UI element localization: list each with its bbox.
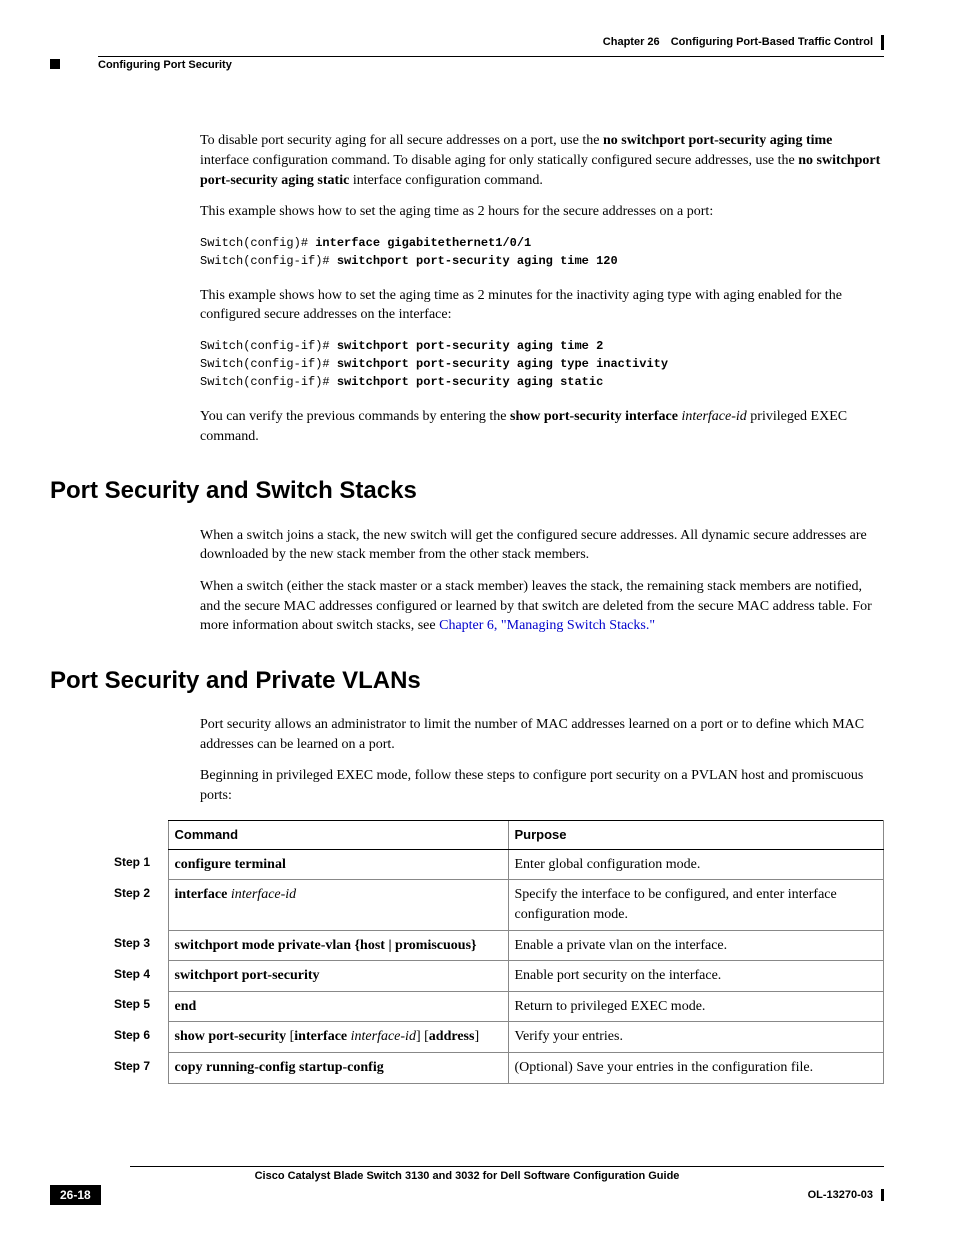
header-chapter-line: Chapter 26 Configuring Port-Based Traffi…	[603, 35, 884, 50]
table-row: Step 1 configure terminal Enter global c…	[108, 849, 884, 880]
heading-switch-stacks: Port Security and Switch Stacks	[50, 474, 884, 508]
col-purpose: Purpose	[508, 820, 884, 849]
chapter-number: Chapter 26	[603, 36, 660, 48]
table-row: Step 2 interface interface-id Specify th…	[108, 880, 884, 930]
doc-id: OL-13270-03	[808, 1189, 884, 1201]
table-row: Step 7 copy running-config startup-confi…	[108, 1053, 884, 1084]
heading-private-vlans: Port Security and Private VLANs	[50, 664, 884, 698]
paragraph: Beginning in privileged EXEC mode, follo…	[200, 766, 884, 805]
page-number-badge: 26-18	[50, 1185, 101, 1205]
paragraph: You can verify the previous commands by …	[200, 407, 884, 446]
table-row: Step 4 switchport port-security Enable p…	[108, 961, 884, 992]
main-content: To disable port security aging for all s…	[200, 131, 884, 1083]
steps-table: Command Purpose Step 1 configure termina…	[108, 820, 884, 1084]
col-command: Command	[168, 820, 508, 849]
paragraph: When a switch joins a stack, the new swi…	[200, 526, 884, 565]
paragraph: Port security allows an administrator to…	[200, 715, 884, 754]
paragraph: This example shows how to set the aging …	[200, 202, 884, 222]
code-block: Switch(config)# interface gigabitetherne…	[200, 234, 884, 270]
footer-doc-title: Cisco Catalyst Blade Switch 3130 and 303…	[50, 1170, 884, 1182]
paragraph: To disable port security aging for all s…	[200, 131, 884, 190]
table-row: Step 6 show port-security [interface int…	[108, 1022, 884, 1053]
cross-ref-link[interactable]: Chapter 6, "Managing Switch Stacks."	[439, 618, 655, 633]
header-marker-icon	[50, 59, 60, 69]
chapter-title: Configuring Port-Based Traffic Control	[671, 36, 873, 48]
section-title: Configuring Port Security	[98, 56, 884, 71]
table-row: Step 3 switchport mode private-vlan {hos…	[108, 930, 884, 961]
table-header-row: Command Purpose	[108, 820, 884, 849]
table-row: Step 5 end Return to privileged EXEC mod…	[108, 991, 884, 1022]
page-footer: Cisco Catalyst Blade Switch 3130 and 303…	[50, 1166, 884, 1205]
page-header: Chapter 26 Configuring Port-Based Traffi…	[50, 35, 884, 50]
code-block: Switch(config-if)# switchport port-secur…	[200, 337, 884, 391]
header-section-row: Configuring Port Security	[50, 56, 884, 71]
paragraph: This example shows how to set the aging …	[200, 286, 884, 325]
paragraph: When a switch (either the stack master o…	[200, 577, 884, 636]
